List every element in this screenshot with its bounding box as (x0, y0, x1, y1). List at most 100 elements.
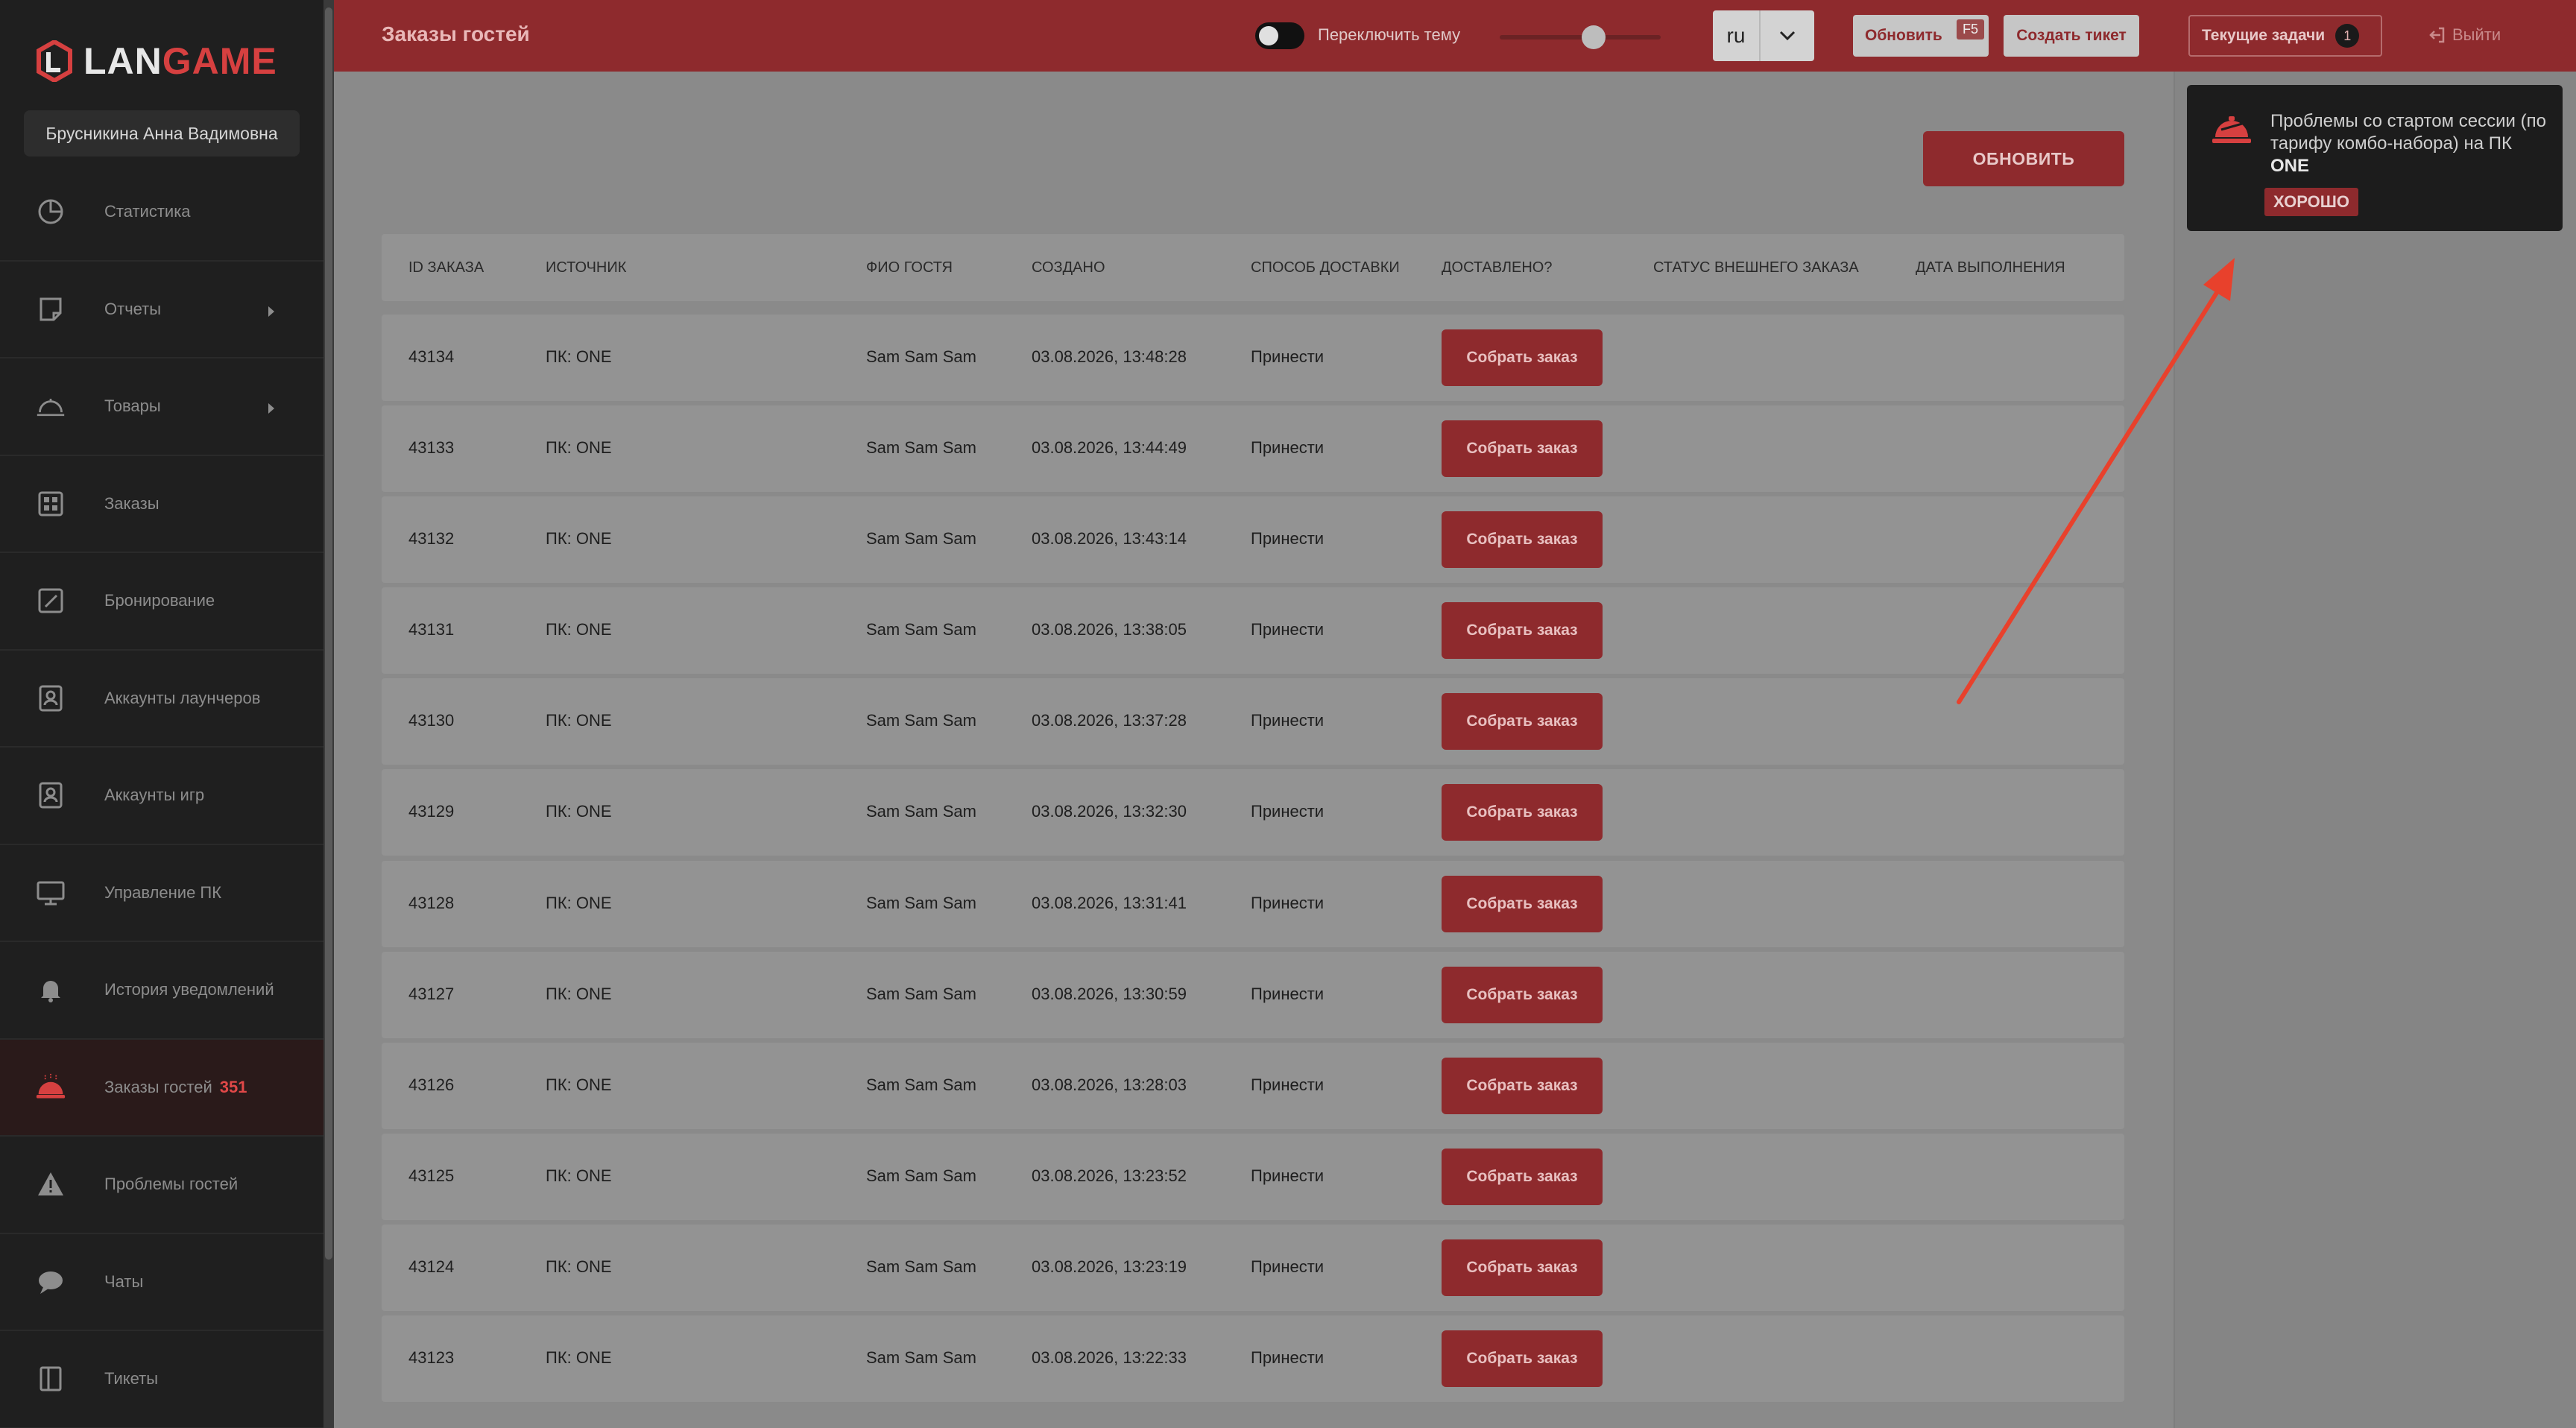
current-tasks-button[interactable]: Текущие задачи 1 (2188, 15, 2382, 57)
sidebar-scrollbar-thumb[interactable] (325, 7, 332, 1260)
table-row[interactable]: 43127 ПК: ONE Sam Sam Sam 03.08.2026, 13:30… (382, 951, 2124, 1038)
sidebar-item-label: Товары (104, 397, 161, 416)
account-icon (36, 780, 66, 810)
sidebar-item-label: Аккаунты лаунчеров (104, 688, 261, 707)
create-ticket-button[interactable]: Создать тикет (2004, 15, 2139, 57)
collect-order-button[interactable]: Собрать заказ (1442, 1148, 1603, 1205)
cell-created: 03.08.2026, 13:37:28 (1032, 711, 1187, 730)
toast-ok-button[interactable]: ХОРОШО (2264, 188, 2358, 216)
cell-id: 43127 (408, 984, 455, 1003)
guest-orders-page: ОБНОВИТЬ ID ЗАКАЗА ИСТОЧНИК ФИО ГОСТЯ СОЗДА… (334, 72, 2174, 1428)
sidebar-scrollbar[interactable] (323, 0, 334, 1428)
cell-id: 43134 (408, 347, 455, 366)
caret-right-icon (268, 306, 274, 317)
orders-table-body: 43134 ПК: ONE Sam Sam Sam 03.08.2026, 13:48… (382, 315, 2124, 1406)
collect-order-button[interactable]: Собрать заказ (1442, 1330, 1603, 1388)
toast-message: Проблемы со стартом сессии (по тарифу ко… (2270, 110, 2546, 177)
cell-guest: Sam Sam Sam (866, 1166, 976, 1185)
cell-guest: Sam Sam Sam (866, 711, 976, 730)
sidebar-item-9[interactable]: Заказы гостей 351 (0, 1039, 323, 1137)
logout-label: Выйти (2452, 25, 2501, 44)
refresh-button[interactable]: Обновить F5 (1853, 15, 1989, 57)
cell-guest: Sam Sam Sam (866, 438, 976, 458)
sidebar-item-11[interactable]: Чаты (0, 1234, 323, 1331)
table-row[interactable]: 43131 ПК: ONE Sam Sam Sam 03.08.2026, 13:38… (382, 587, 2124, 674)
logout-icon (2429, 27, 2445, 43)
table-row[interactable]: 43134 ПК: ONE Sam Sam Sam 03.08.2026, 13:48… (382, 315, 2124, 401)
logo-text-white: AN (107, 40, 162, 82)
cell-created: 03.08.2026, 13:22:33 (1032, 1348, 1187, 1368)
zoom-slider[interactable] (1500, 25, 1661, 49)
collect-order-button[interactable]: Собрать заказ (1442, 875, 1603, 932)
collect-order-button[interactable]: Собрать заказ (1442, 1057, 1603, 1114)
sidebar-item-6[interactable]: Аккаунты игр (0, 748, 323, 845)
cell-created: 03.08.2026, 13:23:19 (1032, 1257, 1187, 1276)
sidebar-item-3[interactable]: Заказы (0, 456, 323, 553)
sidebar-item-label: Заказы гостей (104, 1077, 212, 1096)
current-tasks-label: Текущие задачи (2202, 27, 2326, 44)
monitor-icon (36, 878, 66, 908)
logo-text: LANGAME (83, 40, 277, 83)
orders-refresh-button[interactable]: ОБНОВИТЬ (1923, 131, 2124, 186)
pie-chart-icon (36, 197, 66, 227)
sidebar-item-8[interactable]: История уведомлений (0, 942, 323, 1040)
collect-order-button[interactable]: Собрать заказ (1442, 1239, 1603, 1296)
collect-order-button[interactable]: Собрать заказ (1442, 420, 1603, 478)
cell-source: ПК: ONE (546, 984, 612, 1003)
sidebar-nav: Статистика Отчеты Товары Заказы Бронирование… (0, 164, 323, 1428)
table-row[interactable]: 43125 ПК: ONE Sam Sam Sam 03.08.2026, 13:23… (382, 1133, 2124, 1220)
sidebar-item-12[interactable]: Тикеты (0, 1331, 323, 1428)
cell-id: 43128 (408, 893, 455, 912)
table-row[interactable]: 43123 ПК: ONE Sam Sam Sam 03.08.2026, 13:22… (382, 1315, 2124, 1403)
cell-created: 03.08.2026, 13:48:28 (1032, 347, 1187, 366)
user-name-badge[interactable]: Брусникина Анна Вадимовна (24, 110, 300, 157)
collect-order-button[interactable]: Собрать заказ (1442, 602, 1603, 660)
sidebar: LANGAME Брусникина Анна Вадимовна Статис… (0, 0, 323, 1428)
chevron-down-icon[interactable] (1761, 10, 1814, 61)
cell-created: 03.08.2026, 13:23:52 (1032, 1166, 1187, 1185)
sidebar-item-2[interactable]: Товары (0, 358, 323, 456)
cell-id: 43123 (408, 1348, 455, 1368)
zoom-slider-handle[interactable] (1582, 25, 1606, 49)
sidebar-item-0[interactable]: Статистика (0, 164, 323, 262)
logo-text-red2: GAME (162, 40, 277, 82)
sidebar-item-1[interactable]: Отчеты (0, 262, 323, 358)
sidebar-item-4[interactable]: Бронирование (0, 553, 323, 651)
table-row[interactable]: 43130 ПК: ONE Sam Sam Sam 03.08.2026, 13:37… (382, 678, 2124, 765)
table-row[interactable]: 43128 ПК: ONE Sam Sam Sam 03.08.2026, 13:31… (382, 860, 2124, 947)
column-header: СПОСОБ ДОСТАВКИ (1251, 259, 1400, 276)
langame-logo[interactable]: LANGAME (36, 39, 277, 83)
sidebar-item-7[interactable]: Управление ПК (0, 845, 323, 942)
sidebar-item-label: Статистика (104, 202, 191, 221)
language-select[interactable]: ru (1713, 10, 1814, 61)
column-header: ИСТОЧНИК (546, 259, 627, 276)
cell-source: ПК: ONE (546, 711, 612, 730)
collect-order-button[interactable]: Собрать заказ (1442, 693, 1603, 751)
page-title: Заказы гостей (382, 22, 530, 45)
cell-source: ПК: ONE (546, 1257, 612, 1276)
cell-delivery: Принести (1251, 893, 1325, 912)
table-row[interactable]: 43126 ПК: ONE Sam Sam Sam 03.08.2026, 13:28… (382, 1042, 2124, 1129)
sidebar-item-label: Заказы (104, 493, 160, 513)
cell-source: ПК: ONE (546, 438, 612, 458)
table-row[interactable]: 43129 ПК: ONE Sam Sam Sam 03.08.2026, 13:32… (382, 769, 2124, 856)
collect-order-button[interactable]: Собрать заказ (1442, 329, 1603, 386)
sidebar-item-10[interactable]: Проблемы гостей (0, 1137, 323, 1234)
table-row[interactable]: 43132 ПК: ONE Sam Sam Sam 03.08.2026, 13:43… (382, 496, 2124, 584)
cell-delivery: Принести (1251, 438, 1325, 458)
collect-order-button[interactable]: Собрать заказ (1442, 784, 1603, 841)
theme-toggle[interactable] (1255, 22, 1304, 49)
logout-button[interactable]: Выйти (2427, 25, 2501, 45)
collect-order-button[interactable]: Собрать заказ (1442, 511, 1603, 569)
sidebar-item-5[interactable]: Аккаунты лаунчеров (0, 651, 323, 748)
table-row[interactable]: 43124 ПК: ONE Sam Sam Sam 03.08.2026, 13:23… (382, 1224, 2124, 1311)
sidebar-item-label: Управление ПК (104, 882, 222, 902)
cell-delivery: Принести (1251, 711, 1325, 730)
ticket-icon (36, 1364, 66, 1394)
collect-order-button[interactable]: Собрать заказ (1442, 966, 1603, 1023)
column-header: ФИО ГОСТЯ (866, 259, 953, 276)
grid-icon (36, 489, 66, 519)
topbar: Заказы гостей Переключить тему ru Обнови… (334, 0, 2576, 72)
table-row[interactable]: 43133 ПК: ONE Sam Sam Sam 03.08.2026, 13:44… (382, 405, 2124, 493)
report-icon (36, 294, 66, 324)
